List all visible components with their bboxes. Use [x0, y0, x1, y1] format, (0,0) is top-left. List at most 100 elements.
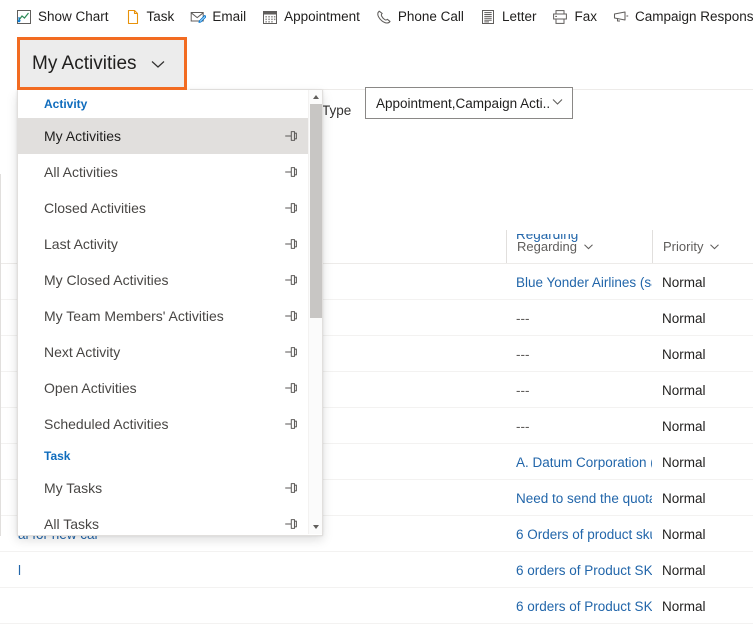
pin-icon[interactable]	[282, 516, 298, 532]
column-header-regarding[interactable]: Regarding	[506, 230, 650, 263]
command-label: Phone Call	[397, 8, 464, 24]
view-selector-highlight: My Activities	[17, 37, 187, 90]
table-row[interactable]: l 6 orders of Product SKU . Normal	[0, 552, 753, 588]
command-letter[interactable]: Letter	[472, 0, 545, 33]
cell-regarding[interactable]: 6 orders of Product SKU .	[516, 552, 652, 588]
chevron-down-icon	[551, 95, 564, 111]
task-icon	[125, 9, 141, 25]
column-header-label: Regarding	[517, 239, 577, 254]
command-label: Show Chart	[38, 8, 109, 24]
view-list: Activity My Activities All Activities Cl…	[18, 90, 310, 534]
chevron-down-icon	[583, 241, 594, 252]
view-selector-flyout: Activity My Activities All Activities Cl…	[17, 90, 323, 536]
command-fax[interactable]: Fax	[544, 0, 605, 33]
pin-icon[interactable]	[282, 344, 298, 360]
cell-priority: Normal	[662, 526, 706, 542]
view-item-open-activities[interactable]: Open Activities	[18, 370, 310, 406]
view-item-my-closed-activities[interactable]: My Closed Activities	[18, 262, 310, 298]
cell-regarding: ---	[516, 418, 530, 434]
pin-icon[interactable]	[282, 200, 298, 216]
pin-icon[interactable]	[282, 480, 298, 496]
cell-subject[interactable]: l	[18, 552, 506, 588]
command-label: Fax	[574, 8, 597, 24]
view-item-label: My Activities	[44, 128, 122, 144]
column-header-label: Priority	[663, 239, 704, 254]
view-group-header-activity: Activity	[44, 97, 88, 111]
view-selector-button[interactable]: My Activities	[20, 40, 184, 87]
cell-regarding: ---	[516, 382, 530, 398]
pin-icon[interactable]	[282, 416, 298, 432]
command-label: Campaign Response	[634, 8, 753, 24]
view-item-last-activity[interactable]: Last Activity	[18, 226, 310, 262]
command-task[interactable]: Task	[117, 0, 183, 33]
view-item-my-team-members-activities[interactable]: My Team Members' Activities	[18, 298, 310, 334]
cell-priority: Normal	[662, 346, 706, 362]
command-bar: Show Chart Task Email Appointment Phone …	[0, 0, 753, 33]
cell-priority: Normal	[662, 274, 706, 290]
view-item-label: My Tasks	[44, 480, 103, 496]
cell-regarding: ---	[516, 310, 530, 326]
cell-regarding[interactable]: Need to send the quotati	[516, 480, 652, 516]
email-icon	[190, 9, 207, 25]
show-chart-icon	[16, 9, 32, 25]
view-item-label: My Closed Activities	[44, 272, 169, 288]
command-campaign-response[interactable]: Campaign Response	[605, 0, 753, 33]
view-item-label: Open Activities	[44, 380, 137, 396]
view-item-all-activities[interactable]: All Activities	[18, 154, 310, 190]
scroll-up-arrow-icon[interactable]	[309, 90, 322, 104]
scrollbar-thumb[interactable]	[310, 104, 322, 318]
view-item-my-tasks[interactable]: My Tasks	[18, 470, 310, 506]
column-header-priority[interactable]: Priority	[652, 230, 753, 263]
view-selector-label: My Activities	[32, 52, 137, 74]
pin-icon[interactable]	[282, 236, 298, 252]
command-email[interactable]: Email	[182, 0, 254, 33]
cell-priority: Normal	[662, 562, 706, 578]
view-item-label: Next Activity	[44, 344, 121, 360]
view-item-scheduled-activities[interactable]: Scheduled Activities	[18, 406, 310, 442]
pin-icon[interactable]	[282, 308, 298, 324]
view-item-label: All Tasks	[44, 516, 99, 532]
cell-priority: Normal	[662, 418, 706, 434]
grid-left-edge	[0, 174, 1, 536]
type-filter-value: Appointment,Campaign Acti...	[376, 95, 551, 111]
flyout-scrollbar[interactable]	[308, 90, 322, 534]
pin-icon[interactable]	[282, 128, 298, 144]
pin-icon[interactable]	[282, 164, 298, 180]
type-filter-label: Type	[322, 103, 352, 118]
chevron-down-icon	[709, 241, 720, 252]
cell-regarding[interactable]: 6 orders of Product SKU .	[516, 588, 652, 624]
scroll-down-arrow-icon[interactable]	[309, 520, 322, 534]
cell-regarding[interactable]: A. Datum Corporation (sa	[516, 444, 652, 480]
view-item-next-activity[interactable]: Next Activity	[18, 334, 310, 370]
view-group-header-task: Task	[44, 449, 71, 463]
table-row[interactable]: 6 orders of Product SKU . Normal	[0, 588, 753, 624]
view-item-closed-activities[interactable]: Closed Activities	[18, 190, 310, 226]
fax-icon	[552, 9, 568, 25]
cell-priority: Normal	[662, 454, 706, 470]
command-show-chart[interactable]: Show Chart	[8, 0, 117, 33]
view-item-label: Last Activity	[44, 236, 118, 252]
pin-icon[interactable]	[282, 272, 298, 288]
view-item-my-activities[interactable]: My Activities	[18, 118, 310, 154]
campaign-response-icon	[613, 9, 629, 25]
type-filter-select[interactable]: Appointment,Campaign Acti...	[365, 87, 573, 119]
command-label: Letter	[501, 8, 537, 24]
cell-regarding[interactable]: Blue Yonder Airlines (sam	[516, 264, 652, 300]
cell-priority: Normal	[662, 310, 706, 326]
cell-regarding: ---	[516, 346, 530, 362]
phone-call-icon	[376, 9, 392, 25]
command-label: Task	[146, 8, 175, 24]
view-item-label: My Team Members' Activities	[44, 308, 224, 324]
cell-regarding[interactable]: 6 Orders of product sku J	[516, 516, 652, 552]
appointment-icon	[262, 9, 278, 25]
view-item-all-tasks[interactable]: All Tasks	[18, 506, 310, 534]
cell-subject[interactable]	[18, 588, 506, 624]
command-phone-call[interactable]: Phone Call	[368, 0, 472, 33]
cell-priority: Normal	[662, 490, 706, 506]
view-item-label: All Activities	[44, 164, 118, 180]
command-appointment[interactable]: Appointment	[254, 0, 368, 33]
command-label: Appointment	[284, 8, 360, 24]
view-item-label: Scheduled Activities	[44, 416, 169, 432]
pin-icon[interactable]	[282, 380, 298, 396]
cell-priority: Normal	[662, 598, 706, 614]
